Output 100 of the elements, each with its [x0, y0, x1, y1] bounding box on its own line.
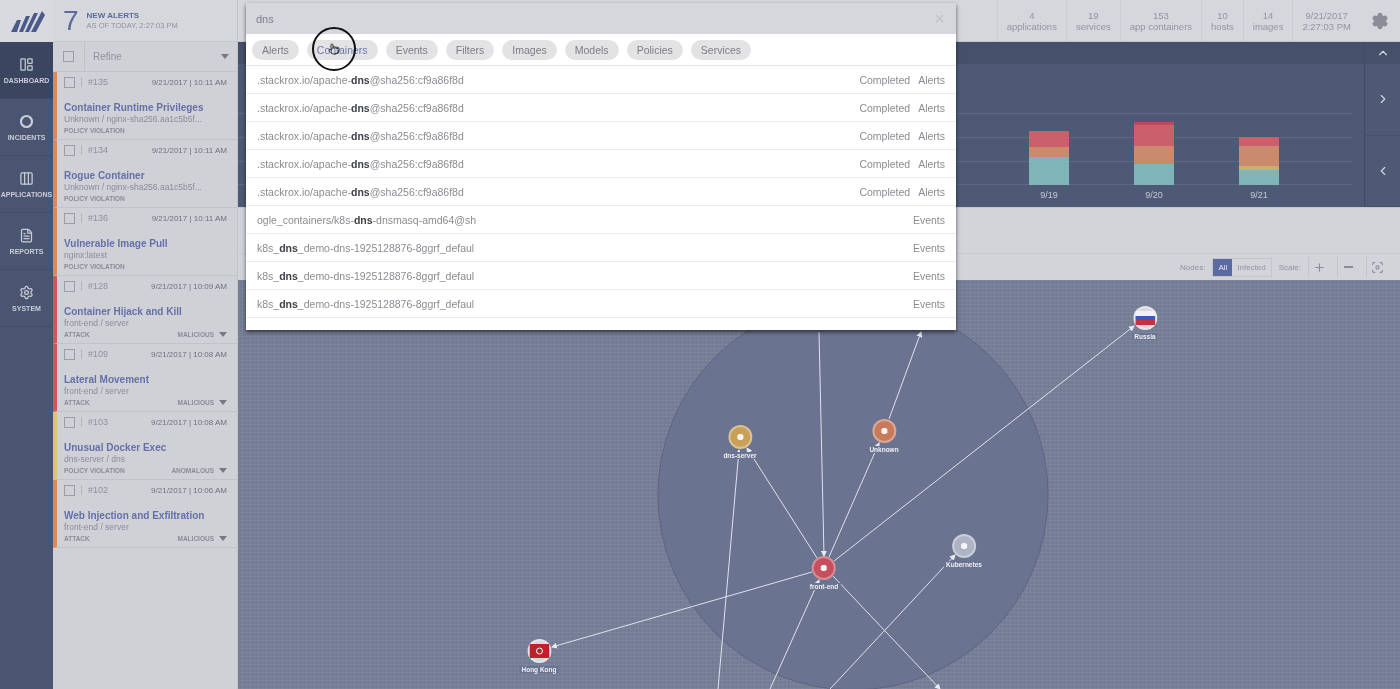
alert-subtitle: nginx:latest [64, 250, 108, 260]
filter-chip[interactable]: Services [690, 39, 752, 60]
alert-id: #136 [81, 213, 109, 223]
caret-icon [221, 54, 229, 59]
checkbox[interactable] [63, 51, 74, 62]
alert-date: 9/21/2017 | 10:11 AM [151, 77, 227, 87]
result-category: Alerts [918, 185, 945, 198]
current-date: 9/21/2017 [1305, 9, 1348, 21]
flag-icon [1135, 311, 1155, 325]
result-text: .stackrox.io/apache-dns@sha256:cf9a86f8d [257, 73, 464, 86]
checkbox[interactable] [64, 280, 75, 292]
alert-count: 7 [63, 4, 79, 37]
search-result[interactable]: ogle_containers/k8s-dns-dnsmasq-amd64@sh Events [246, 206, 956, 234]
result-text: k8s_dns_demo-dns-1925128876-8ggrf_defaul [257, 297, 475, 310]
search-field[interactable]: dns [246, 3, 956, 34]
filter-chip[interactable]: Events [385, 39, 438, 60]
plus-icon [1313, 260, 1326, 274]
nav-icon [19, 56, 34, 72]
stat-label: applications [1006, 20, 1057, 32]
checkbox[interactable] [64, 416, 75, 428]
stacked-bar [1134, 122, 1174, 185]
alert-date: 9/21/2017 | 10:11 AM [151, 145, 227, 155]
filter-toggle[interactable]: All [1213, 258, 1233, 276]
caret-icon[interactable] [219, 468, 227, 473]
axis-label: 9/21 [1250, 190, 1268, 200]
alert-title: Vulnerable Image Pull [64, 238, 169, 249]
filter-chip[interactable]: Images [502, 39, 557, 60]
axis-label: 9/20 [1145, 190, 1163, 200]
node-marker[interactable] [1133, 306, 1157, 330]
alert-title: Unusual Docker Exec [64, 442, 168, 453]
node-marker[interactable] [527, 639, 551, 663]
alert-title: Lateral Movement [64, 374, 151, 385]
alert-id: #128 [81, 281, 109, 291]
checkbox[interactable] [64, 212, 75, 224]
stacked-bar [1029, 131, 1069, 185]
alert-subtitle: Unknown / nginx-sha256.aa1c5b5f... [64, 182, 203, 192]
stat-label: hosts [1211, 20, 1234, 32]
search-result[interactable]: .stackrox.io/apache-dns@sha256:cf9a86f8d Completed Alerts [246, 66, 956, 94]
result-category: Alerts [918, 157, 945, 170]
ring-icon [19, 113, 34, 129]
search-result[interactable]: .stackrox.io/apache-dns@sha256:cf9a86f8d Completed Alerts [246, 178, 956, 206]
alert-id: #134 [81, 145, 109, 155]
result-text: k8s_dns_demo-dns-1925128876-8ggrf_defaul [257, 269, 475, 282]
stat-value: 14 [1262, 9, 1274, 21]
caret-icon[interactable] [219, 536, 227, 541]
caret-icon[interactable] [219, 400, 227, 405]
result-status: Completed [859, 73, 911, 86]
alert-title: Web Injection and Exfiltration [64, 510, 206, 521]
result-text: ogle_containers/k8s-dns-dnsmasq-amd64@sh [257, 213, 476, 226]
minus-icon [1344, 266, 1353, 268]
checkbox[interactable] [64, 144, 75, 156]
filter-chip[interactable]: Policies [626, 39, 683, 60]
result-text: .stackrox.io/apache-dns@sha256:cf9a86f8d [257, 129, 464, 142]
alerts-title: NEW ALERTS [86, 11, 141, 20]
search-result[interactable]: .stackrox.io/apache-dns@sha256:cf9a86f8d Completed Alerts [246, 150, 956, 178]
alert-subtitle: front-end / server [64, 318, 130, 328]
result-category: Events [912, 241, 945, 254]
collapse-button[interactable] [1365, 42, 1400, 64]
caret-icon[interactable] [219, 332, 227, 337]
stat-value: 10 [1217, 9, 1228, 21]
alert-subtitle: front-end / server [64, 522, 130, 532]
alert-title: Rogue Container [64, 170, 146, 181]
result-text: .stackrox.io/apache-dns@sha256:cf9a86f8d [257, 185, 464, 198]
stacked-bar [1239, 137, 1279, 185]
search-result[interactable]: k8s_dns_demo-dns-1925128876-8ggrf_defaul Events [246, 234, 956, 262]
result-status: Completed [859, 157, 911, 170]
alert-id: #135 [81, 77, 109, 87]
result-category: Events [912, 269, 945, 282]
checkbox[interactable] [64, 484, 75, 496]
checkbox[interactable] [64, 76, 75, 88]
alert-date: 9/21/2017 | 10:09 AM [151, 281, 227, 291]
filter-chip[interactable]: Filters [445, 39, 495, 60]
focus-icon [1371, 260, 1384, 274]
alert-title: Container Runtime Privileges [64, 102, 205, 113]
axis-label: 9/19 [1040, 190, 1058, 200]
alert-subtitle: front-end / server [64, 386, 130, 396]
checkbox[interactable] [64, 348, 75, 360]
result-text: k8s_dns_demo-dns-1925128876-8ggrf_defaul [257, 241, 475, 254]
result-status: Completed [859, 129, 911, 142]
nav-icon [19, 284, 34, 300]
result-category: Events [912, 213, 945, 226]
stat-label: images [1252, 20, 1284, 32]
result-text: .stackrox.io/apache-dns@sha256:cf9a86f8d [257, 157, 464, 170]
stat-value: 153 [1152, 9, 1169, 21]
filter-chip[interactable]: Models [564, 39, 619, 60]
search-result[interactable]: k8s_dns_demo-dns-1925128876-8ggrf_defaul Events [246, 290, 956, 318]
nav-icon [19, 170, 34, 186]
search-result[interactable]: .stackrox.io/apache-dns@sha256:cf9a86f8d Completed Alerts [246, 122, 956, 150]
alert-date: 9/21/2017 | 10:08 AM [151, 349, 227, 359]
refine-dropdown[interactable]: Refine [85, 42, 237, 71]
search-result[interactable]: k8s_dns_demo-dns-1925128876-8ggrf_defaul Events [246, 262, 956, 290]
filter-chip[interactable]: Alerts [252, 39, 299, 60]
stat-value: 19 [1088, 9, 1099, 21]
alert-title: Container Hijack and Kill [64, 306, 183, 317]
alert-date: 9/21/2017 | 10:11 AM [151, 213, 227, 223]
result-category: Alerts [918, 101, 945, 114]
alert-id: #102 [81, 485, 109, 495]
search-result[interactable]: .stackrox.io/apache-dns@sha256:cf9a86f8d Completed Alerts [246, 94, 956, 122]
settings-icon [1371, 11, 1389, 30]
stat-label: app containers [1129, 20, 1193, 32]
